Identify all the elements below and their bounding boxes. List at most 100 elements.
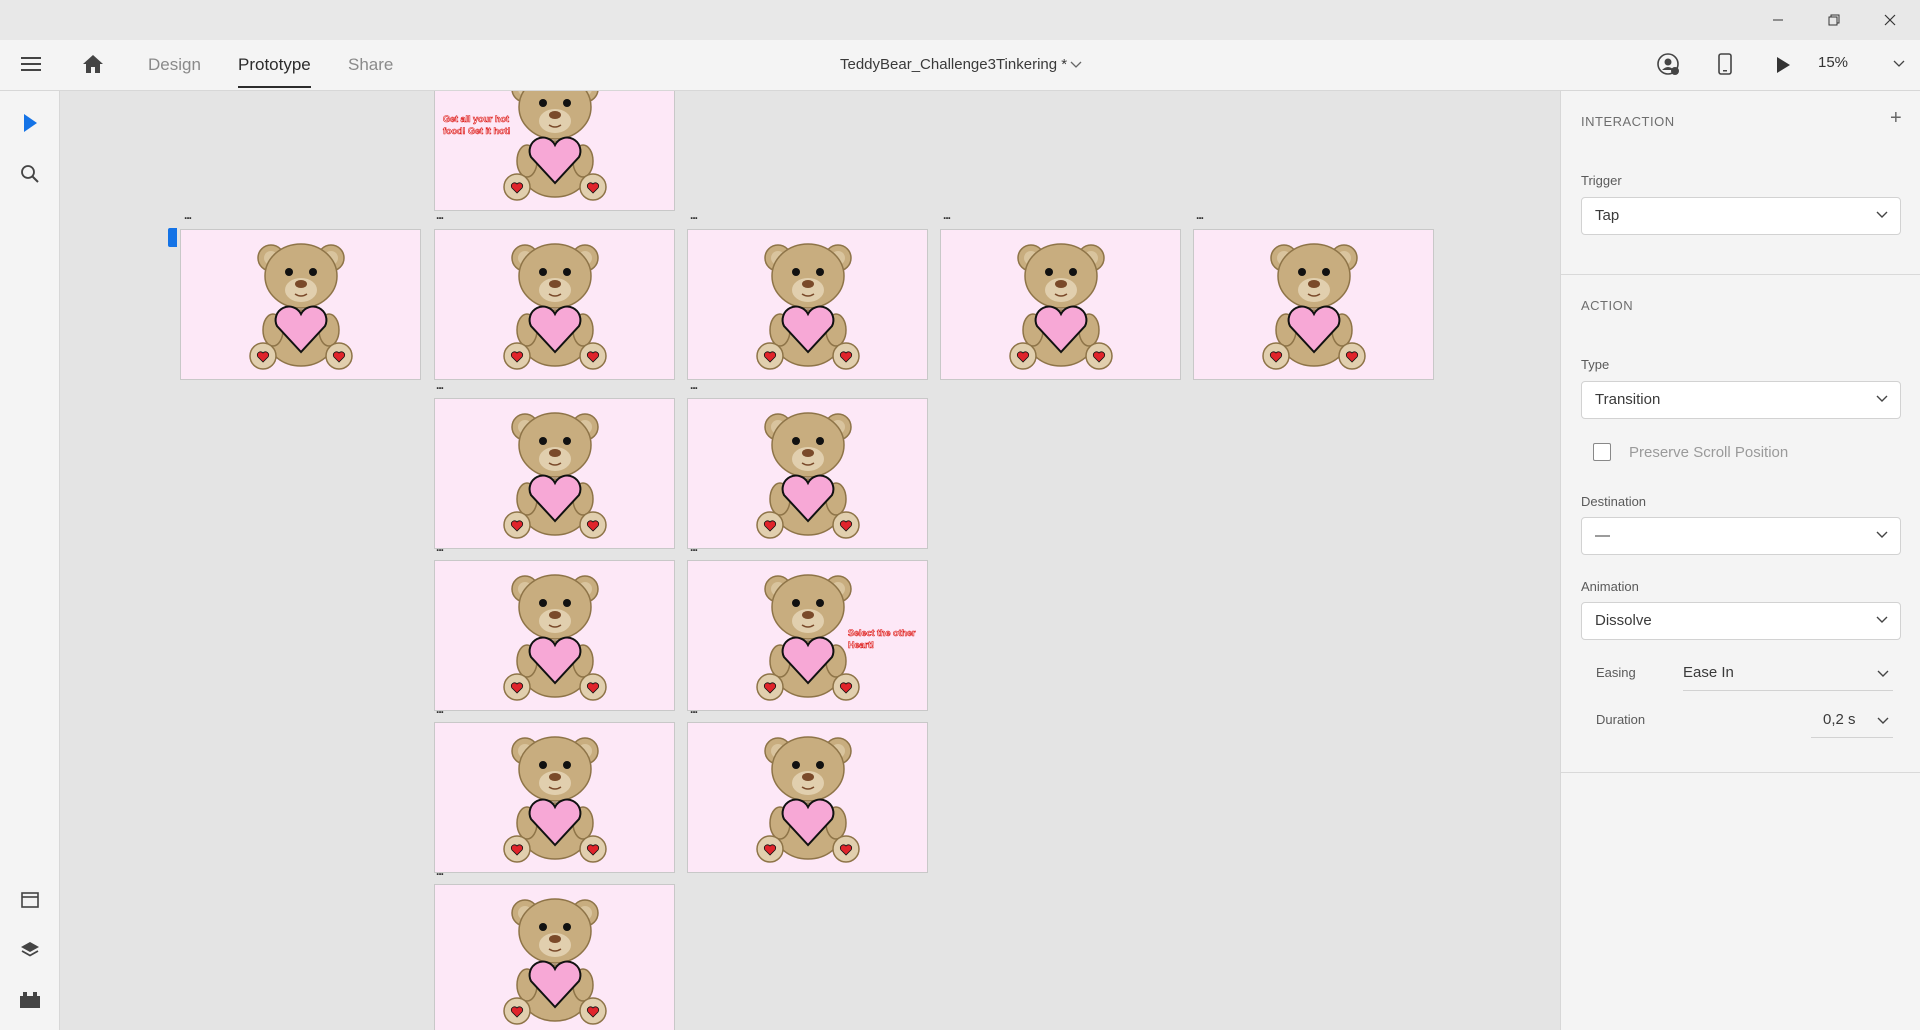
artboard-7[interactable] (687, 398, 928, 549)
artboard-caption: Select the other Heart! (848, 628, 916, 651)
trigger-value: Tap (1595, 207, 1620, 224)
type-value: Transition (1595, 391, 1661, 408)
preserve-scroll-label: Preserve Scroll Position (1629, 444, 1789, 461)
document-title[interactable]: TeddyBear_Challenge3Tinkering * (840, 40, 1067, 90)
animation-value: Dissolve (1595, 612, 1652, 629)
invite-user-button[interactable] (1657, 53, 1679, 80)
teddy-bear-illustration (1254, 234, 1374, 374)
zoom-level[interactable]: 15% (1818, 40, 1848, 86)
type-label: Type (1581, 357, 1610, 372)
artboard-8[interactable] (434, 560, 675, 711)
chevron-down-icon (1876, 395, 1888, 402)
document-icon (21, 892, 39, 908)
teddy-bear-illustration (1001, 234, 1121, 374)
section-divider (1561, 274, 1920, 275)
artboard-1[interactable] (180, 229, 421, 380)
artboard-9[interactable]: Select the other Heart! (687, 560, 928, 711)
home-button[interactable] (82, 53, 104, 80)
teddy-bear-illustration (495, 91, 615, 205)
artboard-menu-dots[interactable]: ... (436, 209, 444, 221)
zoom-tool[interactable] (17, 161, 43, 187)
minimize-button[interactable] (1750, 0, 1806, 40)
layers-panel-button[interactable] (17, 937, 43, 963)
device-preview-button[interactable] (1717, 52, 1733, 81)
plugins-panel-button[interactable] (17, 987, 43, 1013)
mobile-device-icon (1718, 53, 1732, 75)
plugin-icon (20, 992, 40, 1008)
artboard-menu-dots[interactable]: ... (436, 379, 444, 391)
easing-dropdown[interactable]: Ease In (1683, 658, 1893, 691)
app-toolbar: Design Prototype Share TeddyBear_Challen… (0, 40, 1920, 91)
layers-icon (21, 942, 39, 957)
artboard-menu-dots[interactable]: ... (943, 209, 951, 221)
artboard-2[interactable] (434, 229, 675, 380)
chevron-down-icon (1876, 531, 1888, 538)
chevron-down-icon[interactable] (1070, 60, 1082, 70)
easing-value: Ease In (1683, 664, 1734, 681)
search-icon (21, 165, 39, 183)
teddy-bear-illustration (241, 234, 361, 374)
close-window-button[interactable] (1862, 0, 1918, 40)
home-icon (83, 55, 103, 73)
easing-label: Easing (1596, 665, 1636, 680)
artboard-10[interactable] (434, 722, 675, 873)
teddy-bear-illustration (495, 234, 615, 374)
artboard-menu-dots[interactable]: ... (184, 209, 192, 221)
trigger-dropdown[interactable]: Tap (1581, 197, 1901, 235)
chevron-down-icon (1876, 616, 1888, 623)
section-divider (1561, 772, 1920, 773)
artboard-caption: Get all your hot food! Get it hot! (443, 114, 511, 137)
duration-value: 0,2 s (1823, 711, 1856, 728)
teddy-bear-illustration (748, 727, 868, 867)
animation-dropdown[interactable]: Dissolve (1581, 602, 1901, 640)
artboard-6[interactable] (434, 398, 675, 549)
teddy-bear-illustration (495, 403, 615, 543)
artboards-panel-button[interactable] (17, 887, 43, 913)
destination-value: — (1595, 527, 1610, 544)
play-icon (1777, 57, 1790, 73)
chevron-down-icon (1877, 717, 1889, 724)
play-preview-button[interactable] (1774, 55, 1792, 80)
maximize-button[interactable] (1806, 0, 1862, 40)
artboard-3[interactable] (687, 229, 928, 380)
interaction-section-title: INTERACTION (1581, 114, 1675, 129)
destination-dropdown[interactable]: — (1581, 517, 1901, 555)
artboard-12[interactable] (434, 884, 675, 1030)
artboard-11[interactable] (687, 722, 928, 873)
minimize-icon (1773, 19, 1783, 21)
duration-label: Duration (1596, 712, 1646, 727)
teddy-bear-illustration (748, 403, 868, 543)
artboard-home-marker[interactable] (168, 228, 177, 247)
add-interaction-button[interactable]: + (1890, 107, 1902, 130)
hamburger-menu-button[interactable] (20, 54, 42, 79)
tab-prototype[interactable]: Prototype (238, 40, 311, 90)
zoom-chevron-down-icon[interactable] (1893, 59, 1905, 69)
artboard-menu-dots[interactable]: ... (690, 209, 698, 221)
type-dropdown[interactable]: Transition (1581, 381, 1901, 419)
artboard-menu-dots[interactable]: ... (1196, 209, 1204, 221)
artboard-menu-dots[interactable]: ... (436, 703, 444, 715)
teddy-bear-illustration (495, 727, 615, 867)
select-tool[interactable] (17, 110, 43, 136)
artboard-4[interactable] (940, 229, 1181, 380)
restore-icon (1828, 14, 1840, 26)
artboard-menu-dots[interactable]: ... (690, 379, 698, 391)
preserve-scroll-checkbox[interactable] (1593, 443, 1611, 461)
artboard-menu-dots[interactable]: ... (436, 865, 444, 877)
teddy-bear-illustration (748, 234, 868, 374)
artboard-menu-dots[interactable]: ... (690, 541, 698, 553)
artboard-menu-dots[interactable]: ... (690, 703, 698, 715)
hamburger-icon (21, 57, 41, 71)
tab-design[interactable]: Design (148, 40, 201, 90)
select-arrow-icon (24, 114, 37, 132)
design-canvas[interactable]: Get all your hot food! Get it hot! ... .… (60, 91, 1560, 1030)
tab-share[interactable]: Share (348, 40, 393, 90)
animation-label: Animation (1581, 579, 1639, 594)
artboard-menu-dots[interactable]: ... (436, 541, 444, 553)
trigger-label: Trigger (1581, 173, 1622, 188)
artboard-title-screen[interactable]: Get all your hot food! Get it hot! (434, 91, 675, 211)
duration-dropdown[interactable]: 0,2 s (1811, 705, 1893, 738)
artboard-5[interactable] (1193, 229, 1434, 380)
close-icon (1884, 14, 1896, 26)
left-toolbar (0, 91, 60, 1030)
